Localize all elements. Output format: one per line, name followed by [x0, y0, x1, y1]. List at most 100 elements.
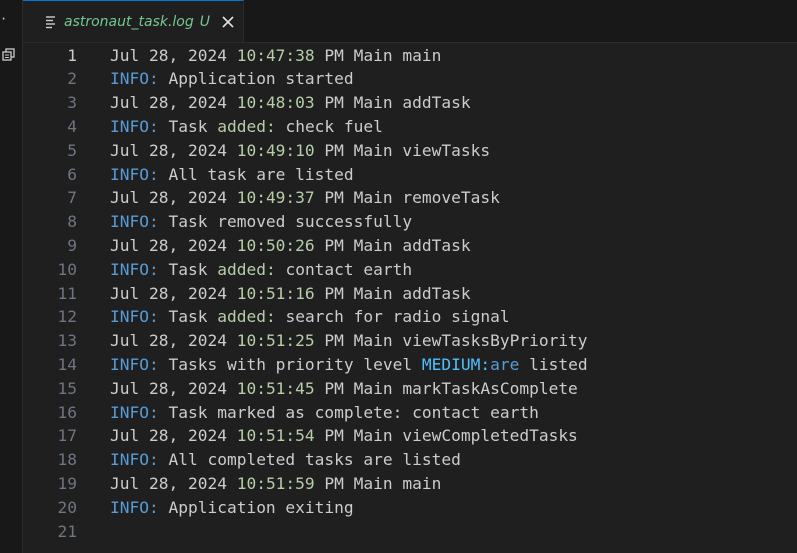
activity-strip: ·	[0, 0, 23, 553]
line-number: 4	[67, 116, 77, 136]
log-time: 10:51:45	[236, 378, 315, 398]
line-text: Jul 28, 2024 10:47:38 PM Main main	[110, 44, 441, 68]
code-line[interactable]: 7 Jul 28, 2024 10:49:37 PM Main removeTas…	[23, 186, 797, 210]
code-line[interactable]: 2 INFO: Application started	[23, 67, 797, 91]
tab-title: astronaut_task.log	[64, 13, 194, 30]
log-message: search for radio signal	[275, 307, 510, 327]
log-date: Jul 28, 2024	[110, 188, 237, 208]
code-line[interactable]: 14 INFO: Tasks with priority level MEDIUM…	[23, 353, 797, 377]
line-text: INFO: Application started	[110, 67, 354, 91]
line-number: 13	[57, 331, 78, 351]
log-time: 10:51:54	[236, 426, 315, 446]
code-line[interactable]: 4 INFO: Task added: check fuel	[23, 115, 797, 139]
log-keyword: added:	[217, 116, 276, 136]
line-text: Jul 28, 2024 10:51:59 PM Main main	[110, 472, 441, 496]
editor-window: · astronaut_task.log U 1 Jul 28, 2024 10:…	[0, 0, 797, 553]
log-level: INFO:	[110, 212, 159, 232]
log-time: 10:51:59	[236, 473, 315, 493]
line-number: 15	[57, 378, 78, 398]
log-level: INFO:	[110, 307, 159, 327]
code-editor[interactable]: 1 Jul 28, 2024 10:47:38 PM Main main 2 INFO…	[23, 43, 797, 553]
log-level: INFO:	[110, 402, 159, 422]
line-number: 8	[67, 212, 77, 232]
code-line[interactable]: 16 INFO: Task marked as complete: contact…	[23, 401, 797, 425]
line-text: INFO: Task added: check fuel	[110, 115, 383, 139]
line-text: Jul 28, 2024 10:51:54 PM Main viewComple…	[110, 424, 578, 448]
log-message: Tasks with priority level	[158, 354, 422, 374]
log-source: PM Main main	[314, 473, 442, 493]
log-message: Task	[158, 116, 218, 136]
log-message: contact earth	[275, 259, 413, 279]
log-time: 10:50:26	[236, 235, 315, 255]
code-line[interactable]: 10 INFO: Task added: contact earth	[23, 258, 797, 282]
line-text: INFO: Task marked as complete: contact e…	[110, 401, 539, 425]
close-icon[interactable]	[222, 15, 234, 28]
log-level: INFO:	[110, 497, 159, 517]
copy-icon[interactable]	[2, 48, 16, 62]
log-source: PM Main markTaskAsComplete	[314, 378, 578, 398]
log-message: check fuel	[275, 116, 383, 136]
log-date: Jul 28, 2024	[110, 283, 237, 303]
log-level: INFO:	[110, 450, 159, 470]
line-number: 2	[67, 69, 77, 89]
log-date: Jul 28, 2024	[110, 93, 237, 113]
code-line[interactable]: 15 Jul 28, 2024 10:51:45 PM Main markTask…	[23, 377, 797, 401]
code-line[interactable]: 1 Jul 28, 2024 10:47:38 PM Main main	[23, 44, 797, 68]
code-line[interactable]: 5 Jul 28, 2024 10:49:10 PM Main viewTasks	[23, 139, 797, 163]
log-date: Jul 28, 2024	[110, 45, 237, 65]
log-message: Task marked as complete: contact earth	[158, 402, 539, 422]
code-line[interactable]: 21	[23, 520, 797, 544]
code-line[interactable]: 3 Jul 28, 2024 10:48:03 PM Main addTask	[23, 91, 797, 115]
line-text: Jul 28, 2024 10:49:37 PM Main removeTask	[110, 186, 500, 210]
tab-astronaut-task-log[interactable]: astronaut_task.log U	[23, 0, 244, 42]
log-time: 10:48:03	[236, 93, 315, 113]
log-source: PM Main viewTasks	[314, 140, 491, 160]
git-status-badge: U	[199, 13, 211, 30]
line-text: INFO: Application exiting	[110, 496, 354, 520]
log-date: Jul 28, 2024	[110, 378, 237, 398]
log-keyword: are	[490, 354, 520, 374]
log-level: INFO:	[110, 259, 159, 279]
log-source: PM Main addTask	[314, 93, 471, 113]
log-level: INFO:	[110, 354, 159, 374]
log-date: Jul 28, 2024	[110, 235, 237, 255]
tab-bar: astronaut_task.log U	[23, 0, 797, 43]
line-number: 10	[57, 259, 78, 279]
line-text: Jul 28, 2024 10:50:26 PM Main addTask	[110, 234, 471, 258]
log-time: 10:51:25	[236, 331, 315, 351]
log-keyword: MEDIUM:	[421, 354, 491, 374]
log-time: 10:49:10	[236, 140, 315, 160]
line-number: 20	[57, 497, 78, 517]
line-number: 12	[57, 307, 78, 327]
log-level: INFO:	[110, 69, 159, 89]
line-number: 1	[67, 45, 77, 65]
log-level: INFO:	[110, 116, 159, 136]
log-source: PM Main addTask	[314, 235, 471, 255]
line-number: 16	[57, 402, 78, 422]
log-level: INFO:	[110, 164, 159, 184]
log-message: Application exiting	[158, 497, 354, 517]
line-number: 6	[67, 164, 77, 184]
log-source: PM Main viewTasksByPriority	[314, 331, 588, 351]
code-line[interactable]: 11 Jul 28, 2024 10:51:16 PM Main addTask	[23, 282, 797, 306]
line-text: Jul 28, 2024 10:51:16 PM Main addTask	[110, 282, 471, 306]
line-text: INFO: All completed tasks are listed	[110, 448, 461, 472]
code-line[interactable]: 13 Jul 28, 2024 10:51:25 PM Main viewTask…	[23, 329, 797, 353]
line-text: Jul 28, 2024 10:48:03 PM Main addTask	[110, 91, 471, 115]
line-number: 18	[57, 450, 78, 470]
log-date: Jul 28, 2024	[110, 473, 237, 493]
code-line[interactable]: 19 Jul 28, 2024 10:51:59 PM Main main	[23, 472, 797, 496]
code-line[interactable]: 12 INFO: Task added: search for radio sig…	[23, 305, 797, 329]
code-line[interactable]: 9 Jul 28, 2024 10:50:26 PM Main addTask	[23, 234, 797, 258]
code-line[interactable]: 20 INFO: Application exiting	[23, 496, 797, 520]
code-line[interactable]: 18 INFO: All completed tasks are listed	[23, 448, 797, 472]
code-line[interactable]: 17 Jul 28, 2024 10:51:54 PM Main viewComp…	[23, 424, 797, 448]
log-source: PM Main main	[314, 45, 442, 65]
code-line[interactable]: 8 INFO: Task removed successfully	[23, 210, 797, 234]
more-icon[interactable]: ·	[0, 12, 7, 26]
line-number: 3	[67, 93, 77, 113]
code-line[interactable]: 6 INFO: All task are listed	[23, 163, 797, 187]
log-date: Jul 28, 2024	[110, 140, 237, 160]
log-message: Task	[158, 259, 218, 279]
line-number: 19	[57, 473, 78, 493]
